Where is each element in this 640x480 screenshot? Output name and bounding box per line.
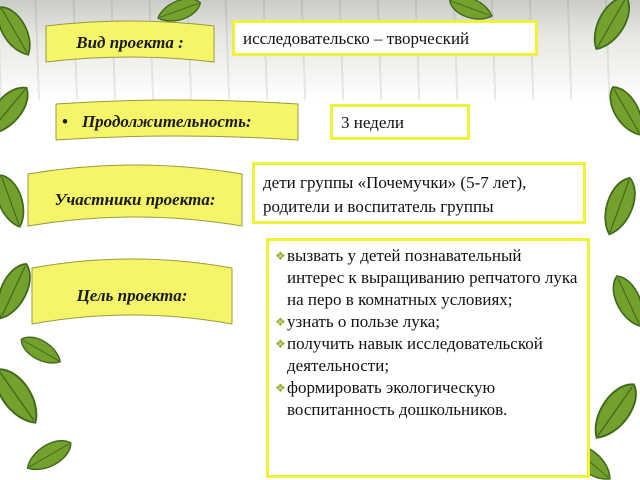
banner-label: Вид проекта : — [76, 33, 184, 52]
list-item: ❖ получить навык исследовательской деятел… — [275, 333, 581, 377]
duration-value: 3 недели — [330, 104, 470, 140]
list-item: ❖ формировать экологическую воспитанность… — [275, 377, 581, 421]
goal-list: ❖ вызвать у детей познавательный интерес … — [275, 245, 581, 421]
banner-participants: Участники проекта: — [24, 162, 246, 238]
list-item-text: узнать о пользе лука; — [287, 312, 440, 331]
participants-value: дети группы «Почемучки» (5-7 лет), родит… — [252, 162, 586, 224]
goal-list-box: ❖ вызвать у детей познавательный интерес … — [266, 238, 590, 478]
list-item: ❖ вызвать у детей познавательный интерес … — [275, 245, 581, 311]
diamond-bullet-icon: ❖ — [275, 315, 286, 329]
bullet-icon: • — [62, 112, 68, 131]
banner-duration: • Продолжительность: — [52, 98, 302, 146]
list-item: ❖ узнать о пользе лука; — [275, 311, 581, 333]
project-type-value: исследовательско – творческий — [232, 20, 538, 56]
banner-label: Участники проекта: — [54, 190, 216, 209]
list-item-text: вызвать у детей познавательный интерес к… — [287, 246, 578, 309]
diamond-bullet-icon: ❖ — [275, 337, 286, 351]
banner-label: Продолжительность: — [81, 112, 252, 131]
value-text: дети группы «Почемучки» (5-7 лет), родит… — [263, 173, 527, 216]
value-text: исследовательско – творческий — [243, 29, 470, 48]
list-item-text: формировать экологическую воспитанность … — [287, 378, 508, 419]
diamond-bullet-icon: ❖ — [275, 381, 286, 395]
banner-project-type: Вид проекта : — [40, 18, 220, 68]
diamond-bullet-icon: ❖ — [275, 249, 286, 263]
value-text: 3 недели — [341, 113, 404, 132]
list-item-text: получить навык исследовательской деятель… — [287, 334, 543, 375]
banner-label: Цель проекта: — [76, 286, 188, 305]
banner-goal: Цель проекта: — [28, 256, 236, 336]
